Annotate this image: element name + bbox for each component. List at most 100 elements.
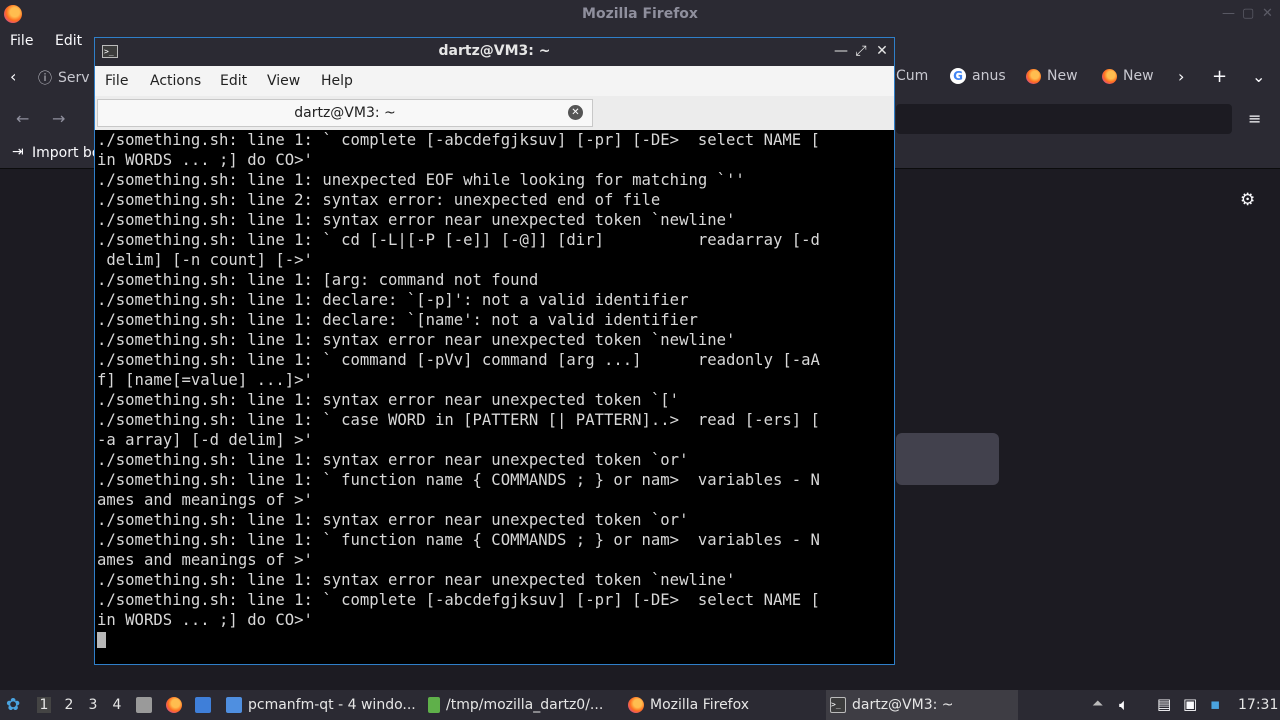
terminal-line: ./something.sh: line 1: syntax error nea…	[97, 331, 736, 349]
start-menu-icon[interactable]: ✿	[6, 695, 20, 715]
task-label: /tmp/mozilla_dartz0/...	[446, 697, 604, 713]
tab-label: New	[1047, 68, 1078, 84]
terminal-menubar: File Actions Edit View Help	[95, 66, 894, 96]
bluetooth-icon[interactable]: ▪	[1210, 695, 1220, 713]
firefox-icon	[1026, 68, 1041, 84]
terminal-line: ./something.sh: line 1: syntax error nea…	[97, 211, 736, 229]
menu-file[interactable]: File	[105, 73, 128, 89]
folder-icon	[226, 697, 242, 713]
terminal-cursor	[97, 632, 106, 648]
firefox-tab[interactable]: G anus	[950, 68, 1006, 84]
workspace-3[interactable]: 3	[86, 697, 100, 713]
menu-help[interactable]: Help	[321, 73, 353, 89]
terminal-line: ./something.sh: line 1: declare: `[-p]':…	[97, 291, 689, 309]
task-tmp-file[interactable]: /tmp/mozilla_dartz0/...	[428, 690, 618, 720]
task-label: dartz@VM3: ~	[852, 697, 954, 713]
firefox-url-bar[interactable]	[896, 104, 1232, 134]
close-icon[interactable]: ✕	[874, 43, 890, 59]
task-terminal[interactable]: >_ dartz@VM3: ~	[826, 690, 1018, 720]
terminal-prompt-line	[97, 630, 892, 650]
minimize-icon[interactable]: —	[1222, 6, 1235, 21]
workspace-2[interactable]: 2	[62, 697, 76, 713]
close-icon[interactable]: ✕	[1262, 6, 1273, 21]
terminal-line: ./something.sh: line 1: [arg: command no…	[97, 271, 539, 289]
workspace-4[interactable]: 4	[110, 697, 124, 713]
terminal-line: ames and meanings of >'	[97, 551, 313, 569]
gear-icon[interactable]: ⚙	[1240, 190, 1255, 210]
import-bookmarks-link[interactable]: Import bo	[32, 145, 100, 161]
terminal-tab[interactable]: dartz@VM3: ~ ✕	[97, 99, 593, 127]
tab-label: New	[1123, 68, 1154, 84]
workspace-1[interactable]: 1	[37, 697, 51, 713]
firefox-tab[interactable]: Cum	[896, 68, 928, 84]
firefox-titlebar: Mozilla Firefox — ▢ ✕	[0, 0, 1280, 30]
terminal-titlebar[interactable]: >_ dartz@VM3: ~ — ⤢ ✕	[95, 38, 894, 66]
network-icon[interactable]: ▣	[1183, 695, 1197, 713]
terminal-line: ./something.sh: line 1: ` function name …	[97, 531, 820, 549]
show-desktop-icon[interactable]	[136, 697, 152, 713]
terminal-icon: >_	[830, 697, 846, 713]
maximize-icon[interactable]: ⤢	[853, 43, 869, 59]
menu-edit[interactable]: Edit	[220, 73, 247, 89]
terminal-line: ./something.sh: line 1: ` cd [-L|[-P [-e…	[97, 231, 820, 249]
terminal-line: f] [name[=value] ...]>'	[97, 371, 313, 389]
taskbar: ✿ 1 2 3 4 pcmanfm-qt - 4 windo... /tmp/m…	[0, 690, 1280, 720]
file-manager-launcher-icon[interactable]	[195, 697, 211, 713]
back-icon[interactable]: ←	[16, 109, 29, 128]
terminal-line: in WORDS ... ;] do CO>'	[97, 151, 313, 169]
terminal-line: ./something.sh: line 1: ` command [-pVv]…	[97, 351, 820, 369]
firefox-icon	[628, 697, 644, 713]
terminal-line: ./something.sh: line 1: syntax error nea…	[97, 391, 680, 409]
tab-list-icon[interactable]: ⌄	[1252, 67, 1265, 86]
clock[interactable]: 17:31	[1238, 697, 1278, 713]
terminal-line: ./something.sh: line 1: ` case WORD in […	[97, 411, 820, 429]
tab-scroll-left-icon[interactable]: ‹	[10, 67, 16, 86]
clipboard-icon[interactable]: ▤	[1157, 695, 1171, 713]
tab-label: Serv	[58, 70, 90, 86]
terminal-line: ./something.sh: line 1: unexpected EOF w…	[97, 171, 745, 189]
tab-close-icon[interactable]: ✕	[568, 105, 583, 120]
menu-icon[interactable]: ≡	[1248, 109, 1261, 128]
terminal-line: ./something.sh: line 1: ` complete [-abc…	[97, 131, 820, 149]
terminal-line: ./something.sh: line 1: declare: `[name'…	[97, 311, 698, 329]
file-icon	[428, 697, 440, 713]
menu-view[interactable]: View	[267, 73, 300, 89]
info-icon: ⓘ	[38, 71, 52, 87]
terminal-line: ./something.sh: line 1: syntax error nea…	[97, 511, 689, 529]
terminal-window-title: dartz@VM3: ~	[438, 43, 551, 59]
terminal-output[interactable]: ./something.sh: line 1: ` complete [-abc…	[97, 130, 892, 664]
terminal-line: ames and meanings of >'	[97, 491, 313, 509]
task-label: Mozilla Firefox	[650, 697, 750, 713]
firefox-tab[interactable]: New	[1102, 68, 1154, 84]
minimize-icon[interactable]: —	[833, 43, 849, 59]
terminal-lines: ./something.sh: line 1: ` complete [-abc…	[97, 130, 892, 650]
task-label: pcmanfm-qt - 4 windo...	[248, 697, 416, 713]
firefox-tab[interactable]: New	[1026, 68, 1078, 84]
task-pcmanfm[interactable]: pcmanfm-qt - 4 windo...	[226, 690, 418, 720]
terminal-line: ./something.sh: line 1: ` complete [-abc…	[97, 591, 820, 609]
terminal-tab-label: dartz@VM3: ~	[294, 105, 396, 121]
tab-scroll-right-icon[interactable]: ›	[1178, 67, 1184, 86]
firefox-menu-edit[interactable]: Edit	[55, 33, 82, 49]
terminal-line: delim] [-n count] [->'	[97, 251, 313, 269]
firefox-launcher-icon[interactable]	[166, 697, 182, 713]
terminal-line: -a array] [-d delim] >'	[97, 431, 313, 449]
terminal-line: in WORDS ... ;] do CO>'	[97, 611, 313, 629]
tray-up-icon[interactable]: ⏶	[1092, 696, 1103, 712]
tab-label: Cum	[896, 68, 929, 84]
firefox-tab[interactable]: ⓘ Serv	[38, 68, 90, 88]
new-tab-icon[interactable]: +	[1212, 66, 1227, 87]
google-icon: G	[950, 68, 966, 84]
firefox-window-title: Mozilla Firefox	[582, 6, 698, 22]
import-icon: ⇥	[12, 144, 24, 160]
tab-label: anus	[972, 68, 1006, 84]
task-firefox[interactable]: Mozilla Firefox	[628, 690, 818, 720]
terminal-line: ./something.sh: line 1: syntax error nea…	[97, 571, 736, 589]
firefox-menu-file[interactable]: File	[10, 33, 33, 49]
menu-actions[interactable]: Actions	[150, 73, 201, 89]
volume-icon[interactable]: 🔈︎	[1119, 695, 1129, 715]
forward-icon[interactable]: →	[52, 109, 65, 128]
maximize-icon[interactable]: ▢	[1242, 6, 1254, 21]
terminal-line: ./something.sh: line 1: syntax error nea…	[97, 451, 689, 469]
firefox-icon	[1102, 68, 1117, 84]
